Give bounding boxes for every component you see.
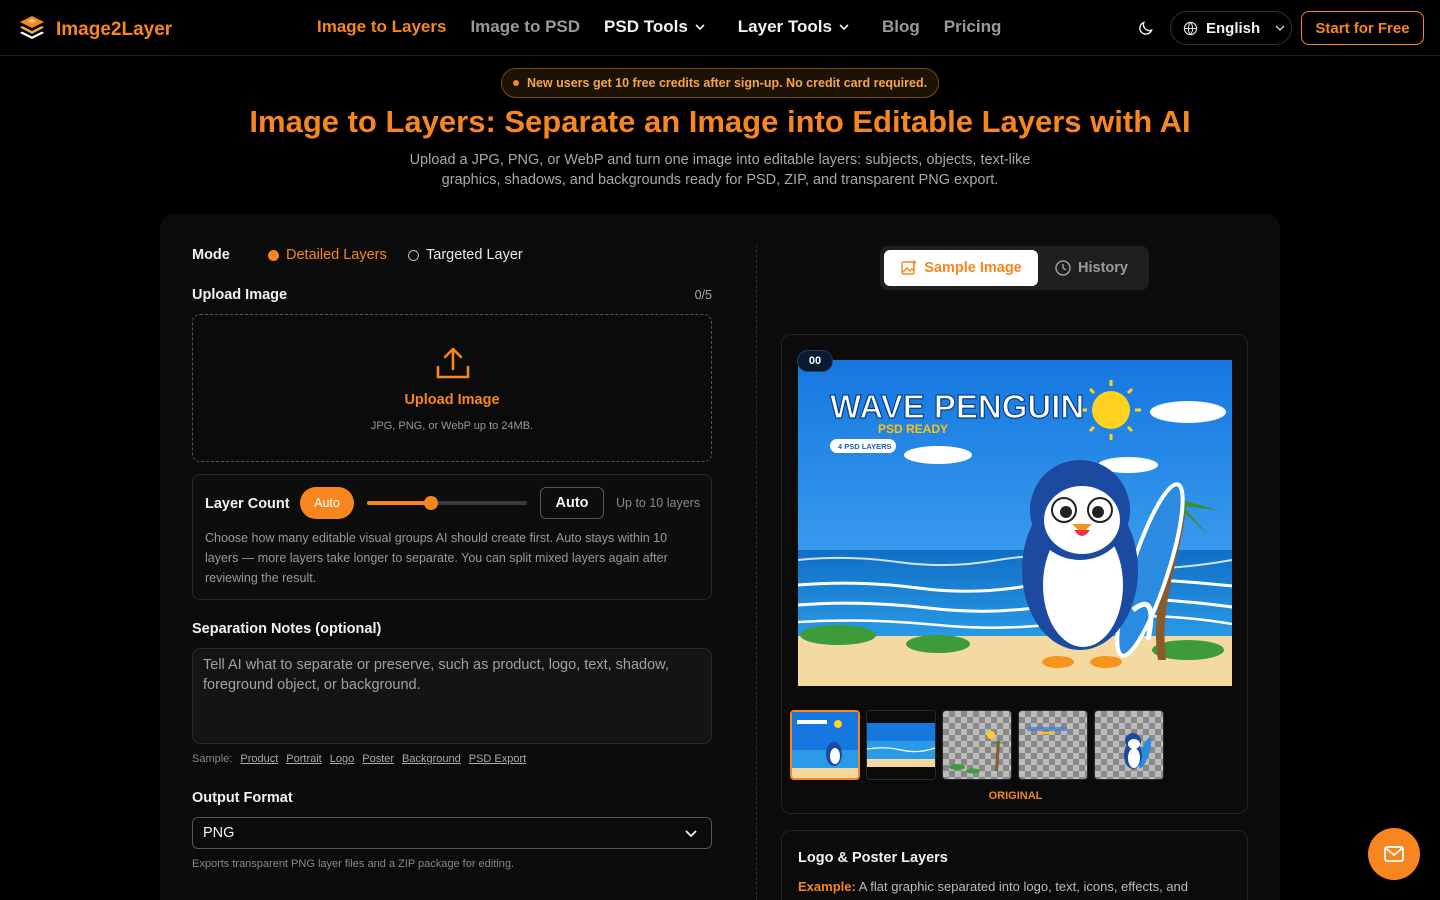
nav-image-to-layers[interactable]: Image to Layers [317, 17, 446, 37]
mail-icon [1384, 846, 1404, 862]
separation-notes-textarea[interactable]: Tell AI what to separate or preserve, su… [192, 648, 712, 744]
nav-layer-tools-label: Layer Tools [737, 17, 832, 36]
sample-background[interactable]: Background [402, 753, 461, 765]
tab-sample-image-label: Sample Image [924, 260, 1022, 276]
tab-history[interactable]: History [1054, 250, 1128, 286]
layer-count-max-hint: Up to 10 layers [616, 496, 701, 510]
poster-headline: WAVE PENGUIN [830, 388, 1084, 425]
info-card-title: Logo & Poster Layers [798, 850, 948, 866]
preview-image: WAVE PENGUIN PSD READY 4 PSD LAYERS [798, 360, 1232, 686]
upload-label: Upload Image [192, 287, 288, 303]
radio-selected [268, 249, 279, 261]
page-subtitle: Upload a JPG, PNG, or WebP and turn one … [409, 152, 1031, 188]
layer-count-slider[interactable] [367, 496, 527, 510]
image-add-icon [901, 260, 917, 275]
slider-thumb[interactable] [424, 496, 438, 510]
nav-image-to-psd[interactable]: Image to PSD [470, 17, 580, 37]
theme-toggle-button[interactable] [1134, 16, 1158, 40]
nav-layer-tools[interactable]: Layer Tools [738, 17, 850, 37]
promo-dot [512, 80, 519, 86]
language-label: English [1206, 19, 1261, 37]
mode-option-targeted[interactable]: Targeted Layer [408, 247, 523, 263]
clock-icon [1055, 260, 1071, 276]
layer-count-value[interactable]: Auto [540, 487, 604, 519]
chevron-down-icon [839, 24, 849, 31]
upload-dropzone[interactable]: Upload Image JPG, PNG, or WebP up to 24M… [192, 314, 712, 462]
samples-label: Sample: [192, 753, 233, 765]
contact-button[interactable] [1368, 828, 1420, 880]
moon-icon [1139, 21, 1153, 35]
layer-thumbnails [790, 710, 1164, 780]
top-nav-bar: Image2Layer Image to Layers Image to PSD… [0, 0, 1440, 56]
output-format-value: PNG [203, 825, 235, 841]
page-title: Image to Layers: Separate an Image into … [249, 104, 1191, 139]
mode-label: Mode [192, 247, 230, 263]
mode-option-targeted-label: Targeted Layer [426, 247, 523, 263]
sample-psd-export[interactable]: PSD Export [469, 753, 526, 765]
thumbnail-subject-layer[interactable] [1094, 710, 1164, 780]
info-example-label: Example: [798, 879, 856, 894]
chevron-down-icon [1275, 25, 1285, 32]
sample-prompts: Sample: Product Portrait Logo Poster Bac… [192, 753, 526, 765]
nav-psd-tools-label: PSD Tools [604, 17, 688, 36]
sample-logo[interactable]: Logo [330, 753, 354, 765]
nav-psd-tools[interactable]: PSD Tools [604, 17, 706, 37]
thumbnail-original[interactable] [790, 710, 860, 780]
radio-unselected [408, 249, 419, 261]
layer-count-description: Choose how many editable visual groups A… [205, 531, 668, 585]
upload-counter: 0/5 [694, 288, 712, 302]
thumbnail-caption: ORIGINAL [988, 790, 1043, 802]
notes-label: Separation Notes (optional) [192, 621, 382, 637]
example-info-card: Logo & Poster Layers Example: A flat gra… [781, 830, 1248, 900]
layer-count-card: Layer Count Auto Auto Up to 10 layers Ch… [192, 474, 712, 600]
promo-banner: New users get 10 free credits after sign… [501, 68, 939, 98]
chevron-down-icon [685, 830, 697, 838]
sample-poster[interactable]: Poster [362, 753, 394, 765]
start-for-free-button[interactable]: Start for Free [1301, 11, 1424, 45]
thumbnail-objects-layer[interactable] [942, 710, 1012, 780]
layer-index-badge: 00 [797, 350, 833, 372]
upload-button-label: Upload Image [404, 392, 500, 408]
output-format-select[interactable]: PNG [192, 817, 712, 849]
upload-icon [435, 345, 471, 386]
promo-text: New users get 10 free credits after sign… [526, 76, 928, 90]
globe-icon [1183, 21, 1198, 35]
output-format-label: Output Format [192, 790, 293, 806]
thumbnail-background[interactable] [866, 710, 936, 780]
sample-portrait[interactable]: Portrait [286, 753, 321, 765]
nav-pricing[interactable]: Pricing [944, 17, 1002, 37]
chevron-down-icon [695, 24, 705, 31]
preview-tabs: Sample Image History [880, 246, 1149, 290]
poster-tag-psd-ready: PSD READY [878, 422, 948, 436]
info-example-text: A flat graphic separated into logo, text… [858, 879, 1189, 894]
language-select[interactable]: English [1170, 11, 1292, 45]
brand-logo[interactable]: Image2Layer [18, 13, 172, 46]
upload-hint: JPG, PNG, or WebP up to 24MB. [370, 420, 534, 432]
info-card-text: Example: A flat graphic separated into l… [798, 879, 1228, 894]
thumbnail-text-layer[interactable] [1018, 710, 1088, 780]
auto-toggle-button[interactable]: Auto [300, 487, 354, 519]
tab-history-label: History [1078, 260, 1128, 276]
preview-card: 00 WAVE PENGUIN PSD READY 4 PSD LAYERS O… [781, 334, 1248, 814]
mode-option-detailed-label: Detailed Layers [286, 247, 387, 263]
panel-divider [756, 245, 757, 900]
main-nav: Image to Layers Image to PSD PSD Tools L… [317, 17, 1025, 37]
sample-product[interactable]: Product [240, 753, 278, 765]
brand-name: Image2Layer [56, 18, 173, 40]
poster-tag-layers: 4 PSD LAYERS [838, 442, 892, 451]
layer-count-label: Layer Count [205, 496, 290, 512]
tab-sample-image[interactable]: Sample Image [884, 250, 1038, 286]
mode-option-detailed[interactable]: Detailed Layers [268, 247, 387, 263]
slider-fill [367, 501, 431, 505]
output-format-hint: Exports transparent PNG layer files and … [192, 858, 515, 870]
layers-logo-icon [18, 13, 46, 46]
nav-blog[interactable]: Blog [882, 17, 920, 37]
